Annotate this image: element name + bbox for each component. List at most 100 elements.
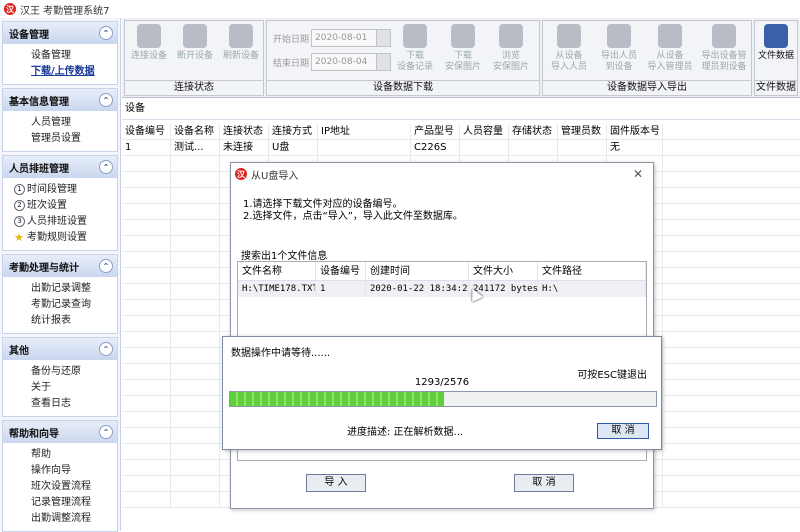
sidebar-item-device-manage[interactable]: 设备管理	[3, 48, 117, 64]
column-header[interactable]: 人员容量	[460, 124, 509, 139]
item-label: 考勤规则设置	[27, 232, 87, 243]
sidebar-item-shift-flow[interactable]: 班次设置流程	[3, 479, 117, 495]
column-header[interactable]: 管理员数	[558, 124, 607, 139]
sidebar-item-shift[interactable]: 2 班次设置	[3, 198, 117, 214]
table-cell	[122, 476, 171, 491]
sidebar-item-wizard[interactable]: 操作向导	[3, 463, 117, 479]
group-connection: 连接设备 断开设备 刷新设备 连接状态	[124, 20, 264, 96]
title-bar: 汉 汉王 考勤管理系统7	[0, 0, 800, 18]
download-records-button[interactable]: 下载 设备记录	[395, 24, 435, 73]
search-result-label: 搜索出1个文件信息	[241, 251, 328, 262]
table-cell	[122, 428, 171, 443]
progress-dialog: 数据操作中请等待...... 可按ESC键退出 1293/2576 进度描述: …	[222, 336, 662, 450]
section-title: 基本信息管理	[9, 96, 69, 108]
instruction-line: 2.选择文件，点击“导入”，导入此文件至数据库。	[243, 211, 463, 222]
table-cell	[509, 140, 558, 155]
collapse-icon[interactable]: ⌃	[99, 26, 113, 40]
sidebar-item-log[interactable]: 查看日志	[3, 396, 117, 412]
sidebar-item-admin[interactable]: 管理员设置	[3, 131, 117, 147]
export-admins-button[interactable]: 导出设备管 理员到设备	[697, 24, 751, 73]
column-header[interactable]: 产品型号	[411, 124, 460, 139]
table-cell: U盘	[269, 140, 318, 155]
button-label: 下载 安保图片	[444, 51, 481, 72]
connect-device-button[interactable]: 连接设备	[129, 24, 169, 62]
section-header[interactable]: 其他 ⌃	[3, 338, 117, 360]
group-label: 连接状态	[125, 80, 263, 95]
import-admins-button[interactable]: 从设备 导入管理员	[645, 24, 695, 73]
collapse-icon[interactable]: ⌃	[99, 160, 113, 174]
disconnect-device-button[interactable]: 断开设备	[175, 24, 215, 62]
sidebar-item-record-flow[interactable]: 记录管理流程	[3, 495, 117, 511]
section-header[interactable]: 帮助和向导 ⌃	[3, 421, 117, 443]
button-label: 断开设备	[176, 51, 213, 61]
column-header[interactable]: 连接方式	[269, 124, 318, 139]
table-cell	[171, 460, 220, 475]
group-import-export: 从设备 导入人员 导出人员 到设备 从设备 导入管理员 导出设备管 理员到设备 …	[542, 20, 752, 96]
collapse-icon[interactable]: ⌃	[99, 93, 113, 107]
sidebar-item-person[interactable]: 人员管理	[3, 115, 117, 131]
table-row[interactable]: 1 测试... 未连接 U盘 C226S 无	[122, 140, 800, 156]
group-file: 文件数据 文件数据	[754, 20, 798, 96]
table-cell	[171, 204, 220, 219]
file-row[interactable]: H:\TIME178.TXT 1 2020-01-22 18:34:25 241…	[238, 281, 646, 297]
toolbar: 连接设备 断开设备 刷新设备 连接状态 开始日期 2020-08-01 结束日期 2…	[122, 18, 800, 98]
collapse-icon[interactable]: ⌃	[99, 342, 113, 356]
column-header[interactable]: 设备名称	[171, 124, 220, 139]
refresh-device-button[interactable]: 刷新设备	[221, 24, 261, 62]
sidebar-item-help[interactable]: 帮助	[3, 447, 117, 463]
section-title: 帮助和向导	[9, 428, 59, 440]
table-cell	[122, 396, 171, 411]
sidebar-item-backup[interactable]: 备份与还原	[3, 364, 117, 380]
section-header[interactable]: 基本信息管理 ⌃	[3, 89, 117, 111]
import-button[interactable]: 导 入	[306, 474, 366, 492]
file-cell: H:\TIME178.TXT	[238, 281, 316, 297]
sidebar-item-timeslot[interactable]: 1 时间段管理	[3, 182, 117, 198]
download-photos-button[interactable]: 下载 安保图片	[443, 24, 483, 73]
sidebar-section-schedule: 人员排班管理 ⌃ 1 时间段管理 2 班次设置 3 人员排班设置 ★ 考勤规则设置	[2, 155, 118, 251]
column-header[interactable]: IP地址	[318, 124, 411, 139]
section-title: 其他	[9, 345, 29, 357]
table-cell	[171, 236, 220, 251]
sidebar-item-record-query[interactable]: 考勤记录查询	[3, 297, 117, 313]
start-date-picker[interactable]: 2020-08-01	[311, 29, 392, 47]
end-date-picker[interactable]: 2020-08-04	[311, 53, 392, 71]
sidebar-item-upload-download[interactable]: 下载/上传数据	[3, 64, 117, 80]
column-header[interactable]: 存储状态	[509, 124, 558, 139]
column-header[interactable]: 文件路径	[538, 262, 646, 280]
collapse-icon[interactable]: ⌃	[99, 259, 113, 273]
column-header[interactable]: 文件名称	[238, 262, 316, 280]
table-cell: 未连接	[220, 140, 269, 155]
sidebar-item-report[interactable]: 统计报表	[3, 313, 117, 329]
collapse-icon[interactable]: ⌃	[99, 425, 113, 439]
sidebar-item-person-schedule[interactable]: 3 人员排班设置	[3, 214, 117, 230]
column-header[interactable]: 创建时间	[366, 262, 469, 280]
dialog-cancel-button[interactable]: 取 消	[514, 474, 574, 492]
file-cell: 2020-01-22 18:34:25	[366, 281, 469, 297]
close-icon[interactable]: ✕	[633, 167, 643, 181]
table-cell	[171, 332, 220, 347]
sidebar-item-adjust-flow[interactable]: 出勤调整流程	[3, 511, 117, 527]
progress-bar	[229, 391, 657, 407]
column-header[interactable]: 固件版本号	[607, 124, 663, 139]
table-cell	[171, 412, 220, 427]
sidebar-item-attend-adjust[interactable]: 出勤记录调整	[3, 281, 117, 297]
sidebar-item-rules[interactable]: ★ 考勤规则设置	[3, 230, 117, 246]
file-data-button[interactable]: 文件数据	[756, 24, 796, 62]
browse-photos-button[interactable]: 浏览 安保图片	[491, 24, 531, 73]
usb-drive-icon	[764, 24, 788, 48]
export-persons-button[interactable]: 导出人员 到设备	[595, 24, 643, 73]
section-header[interactable]: 设备管理 ⌃	[3, 22, 117, 44]
sidebar-item-about[interactable]: 关于	[3, 380, 117, 396]
column-header[interactable]: 连接状态	[220, 124, 269, 139]
end-date-row: 结束日期 2020-08-04	[273, 53, 392, 71]
section-header[interactable]: 人员排班管理 ⌃	[3, 156, 117, 178]
import-persons-button[interactable]: 从设备 导入人员	[545, 24, 593, 73]
progress-cancel-button[interactable]: 取 消	[597, 423, 649, 439]
column-header[interactable]: 文件大小	[469, 262, 538, 280]
section-header[interactable]: 考勤处理与统计 ⌃	[3, 255, 117, 277]
download-icon	[403, 24, 427, 48]
step-number-icon: 2	[14, 200, 25, 211]
column-header[interactable]: 设备编号	[316, 262, 366, 280]
table-cell	[122, 332, 171, 347]
column-header[interactable]: 设备编号	[122, 124, 171, 139]
